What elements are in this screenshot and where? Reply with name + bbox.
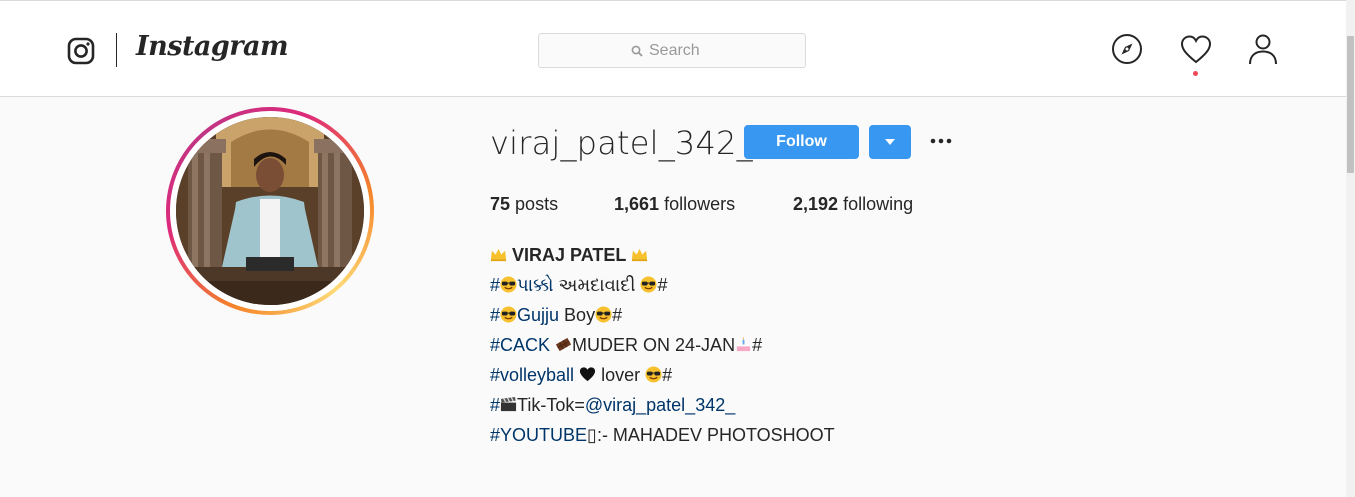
bio-hash-prefix[interactable]: # xyxy=(490,275,500,295)
following-label: following xyxy=(843,194,914,214)
sunglasses-emoji-icon xyxy=(640,276,658,293)
clapper-board-icon xyxy=(500,396,517,412)
follow-button[interactable]: Follow xyxy=(744,125,859,159)
followers-label: followers xyxy=(664,194,736,214)
ellipsis-icon xyxy=(930,138,952,144)
logo-divider xyxy=(116,33,117,67)
bio-line-1: # પાક્કો અમદાવાદી # xyxy=(490,274,668,296)
bio-hash-suffix: # xyxy=(662,365,673,385)
more-options-button[interactable] xyxy=(927,126,955,156)
bio-hash-prefix[interactable]: # xyxy=(490,305,500,325)
bio-mention-link[interactable]: @viraj_patel_342_ xyxy=(585,395,735,415)
bio-hashtag-cack[interactable]: #CACK xyxy=(490,335,550,355)
following-count-value: 2,192 xyxy=(793,194,839,214)
bio-hashtag-volleyball[interactable]: #volleyball xyxy=(490,365,574,385)
bio-text: Tik-Tok= xyxy=(517,395,585,415)
suggestions-dropdown-button[interactable] xyxy=(869,125,911,159)
sunglasses-emoji-icon xyxy=(595,306,612,323)
sunglasses-emoji-icon xyxy=(645,366,662,383)
posts-count: 75 posts xyxy=(490,194,558,215)
bio-line-2: # Gujju Boy # xyxy=(490,304,622,326)
user-icon[interactable] xyxy=(1247,33,1279,65)
profile-username: viraj_patel_342_ xyxy=(490,124,753,162)
bio-text: MUDER ON 24-JAN xyxy=(572,335,736,355)
bio-line-4: #volleyball lover # xyxy=(490,364,672,386)
bio-line-5: # Tik-Tok=@viraj_patel_342_ xyxy=(490,394,735,416)
person-photo-icon xyxy=(176,117,364,305)
bio-text: lover xyxy=(596,365,646,385)
avatar-photo xyxy=(176,117,364,305)
bio-text: Boy xyxy=(559,305,596,325)
bio-text: :- MAHADEV PHOTOSHOOT xyxy=(596,425,835,445)
bio-hash-suffix: # xyxy=(612,305,623,325)
followers-count[interactable]: 1,661 followers xyxy=(614,194,735,215)
instagram-wordmark[interactable]: Instagram xyxy=(136,31,289,62)
bio-hash-prefix[interactable]: # xyxy=(490,395,500,415)
search-icon xyxy=(631,45,643,57)
following-count[interactable]: 2,192 following xyxy=(793,194,913,215)
search-placeholder: Search xyxy=(649,42,700,59)
scrollbar-thumb[interactable] xyxy=(1347,36,1354,173)
notification-dot xyxy=(1193,71,1198,76)
bio-hashtag-youtube[interactable]: #YOUTUBE xyxy=(490,425,587,445)
bio-line-6: #YOUTUBE▯:- MAHADEV PHOTOSHOOT xyxy=(490,424,835,446)
caret-down-icon xyxy=(885,139,895,145)
bio-hash-suffix: # xyxy=(657,275,668,295)
posts-count-value: 75 xyxy=(490,194,511,214)
search-input[interactable]: Search xyxy=(538,33,806,68)
bio-line-3: #CACK MUDER ON 24-JAN # xyxy=(490,334,762,356)
bio-hashtag-gujarati[interactable]: પાક્કો xyxy=(517,275,553,295)
crown-icon xyxy=(632,248,648,262)
crown-icon xyxy=(490,248,507,262)
top-navigation-bar: Instagram Search xyxy=(0,0,1346,97)
instagram-glyph-icon[interactable] xyxy=(67,37,95,65)
profile-avatar[interactable] xyxy=(166,107,374,315)
missing-glyph-box: ▯ xyxy=(587,425,597,445)
bio-name-line: VIRAJ PATEL xyxy=(490,244,648,266)
black-heart-icon xyxy=(580,367,596,382)
heart-icon[interactable] xyxy=(1180,34,1212,66)
bio-full-name: VIRAJ PATEL xyxy=(512,245,627,265)
sunglasses-emoji-icon xyxy=(500,276,517,293)
birthday-cake-icon xyxy=(736,336,751,352)
sunglasses-emoji-icon xyxy=(500,306,517,323)
compass-icon[interactable] xyxy=(1111,33,1143,65)
posts-label: posts xyxy=(515,194,559,214)
bio-hash-suffix: # xyxy=(752,335,763,355)
bio-text: અમદાવાદી xyxy=(553,275,641,295)
bio-hashtag-gujju[interactable]: Gujju xyxy=(517,305,559,325)
chocolate-bar-icon xyxy=(555,337,572,352)
followers-count-value: 1,661 xyxy=(614,194,660,214)
